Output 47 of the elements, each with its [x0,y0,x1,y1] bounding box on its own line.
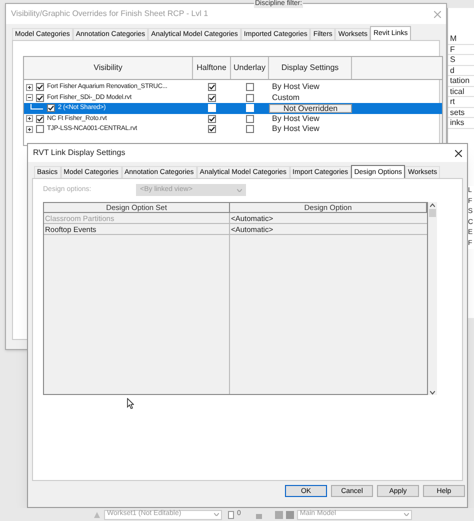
expand-icon[interactable] [26,115,33,122]
checkbox[interactable] [36,83,44,92]
chevron-down-icon [404,513,409,516]
scroll-down-icon[interactable] [430,391,435,395]
chevron-down-icon [237,188,242,192]
display-settings-button[interactable]: Not Overridden [269,104,352,113]
column-header[interactable]: Underlay [231,57,269,79]
panel-text: inks [448,118,474,128]
panel-text: M [448,34,474,44]
checkbox[interactable] [36,94,44,102]
checkbox[interactable] [208,83,216,92]
checkbox[interactable] [246,114,254,123]
expand-icon[interactable] [26,126,33,133]
panel-text: tation [448,76,474,86]
panel-text: sets [448,108,474,118]
collapse-icon[interactable] [26,94,33,102]
checkbox[interactable] [47,104,55,112]
panel-text: F [448,44,474,55]
scrollbar[interactable] [428,202,437,395]
table-cell-text: Custom [271,94,301,102]
checkbox[interactable] [246,125,254,134]
window-title: RVT Link Display Settings [33,147,126,159]
checkbox[interactable] [208,125,216,134]
panel-text: tical [448,86,474,97]
column-header[interactable]: Halftone [193,57,231,79]
mouse-cursor-icon [127,398,134,409]
checkbox[interactable] [208,114,216,123]
panel-text: rt [448,97,474,108]
checkbox[interactable] [36,114,44,123]
checkbox[interactable] [246,83,254,92]
checkbox[interactable] [246,94,254,102]
expand-icon[interactable] [26,84,33,91]
checkbox[interactable] [36,125,44,134]
table-cell-text: By Host View [271,114,320,123]
window-title: Visibility/Graphic Overrides for Finish Sheet RCP - Lvl 1 [11,8,208,20]
tree-line-icon [30,104,44,112]
panel-text: d [448,66,474,76]
chevron-down-icon [214,513,219,516]
panel-text: S [448,55,474,66]
column-header[interactable]: Visibility [24,57,193,79]
table-cell-text: By Host View [271,125,320,134]
checkbox[interactable] [208,94,216,102]
scroll-up-icon[interactable] [430,203,435,207]
column-header[interactable]: Display Settings [269,57,352,79]
scroll-thumb[interactable] [429,209,436,217]
table-cell-text: By Host View [271,83,320,92]
close-icon[interactable] [455,150,462,156]
